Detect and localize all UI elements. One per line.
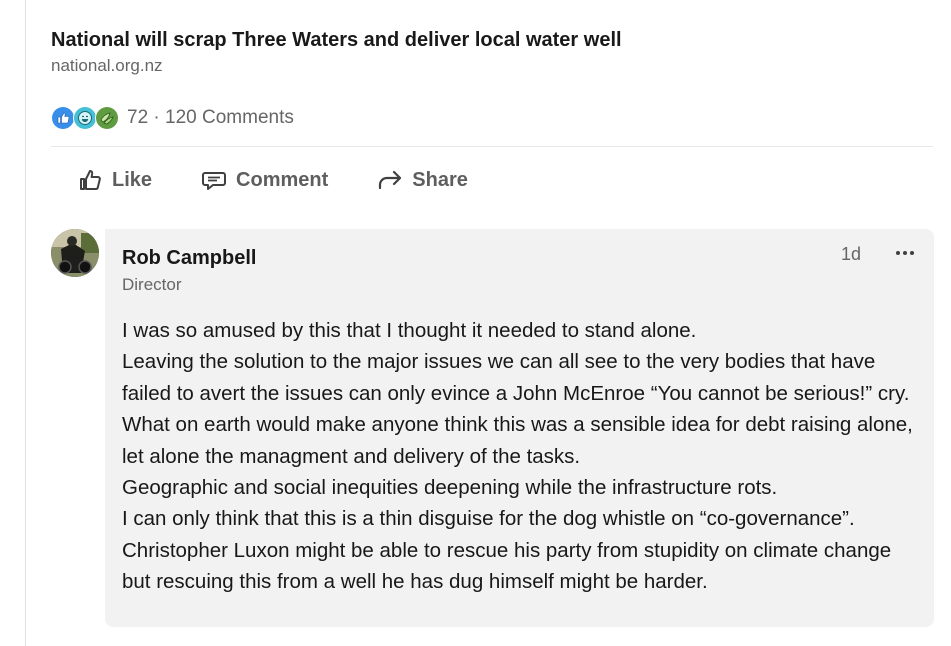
support-reaction-icon [95, 106, 119, 130]
comment-text: I was so amused by this that I thought i… [122, 315, 922, 598]
comment-author-name[interactable]: Rob Campbell [122, 245, 256, 271]
comment-line: Leaving the solution to the major issues… [122, 350, 910, 405]
comment-timestamp: 1d [841, 244, 862, 264]
share-arrow-icon [379, 170, 402, 190]
comment-line: I was so amused by this that I thought i… [122, 319, 697, 342]
reactions-comments-count[interactable]: 72 · 120 Comments [127, 107, 294, 129]
share-button[interactable]: Share [364, 154, 480, 206]
comment-label: Comment [236, 168, 329, 191]
article-title[interactable]: National will scrap Three Waters and del… [51, 26, 933, 54]
share-label: Share [412, 168, 468, 191]
divider [51, 146, 933, 147]
comment-line: Christopher Luxon might be able to rescu… [122, 538, 892, 594]
more-options-icon [896, 251, 914, 255]
comment-icon [202, 172, 227, 190]
like-button[interactable]: Like [64, 154, 164, 206]
article-source: national.org.nz [51, 56, 163, 75]
feed-left-border [25, 0, 26, 646]
avatar[interactable] [51, 229, 99, 277]
shared-article[interactable]: National will scrap Three Waters and del… [51, 26, 933, 78]
funny-reaction-icon [73, 106, 97, 130]
comment-button[interactable]: Comment [188, 154, 340, 206]
comment-card: Rob Campbell Director 1d I was so amused… [105, 229, 934, 627]
social-counts[interactable]: 72 · 120 Comments [51, 104, 294, 132]
comment-options-button[interactable] [889, 237, 921, 269]
like-label: Like [112, 168, 153, 191]
social-actions-bar: Like Comment Share [64, 154, 504, 206]
comment-line: I can only think that this is a thin dis… [122, 507, 855, 531]
thumbs-up-icon [80, 170, 101, 190]
comment-line: Geographic and social inequities deepeni… [122, 476, 778, 500]
comment-author-headline: Director [122, 275, 182, 294]
comment-line: What on earth would make anyone think th… [122, 413, 913, 468]
like-reaction-icon [51, 106, 75, 130]
